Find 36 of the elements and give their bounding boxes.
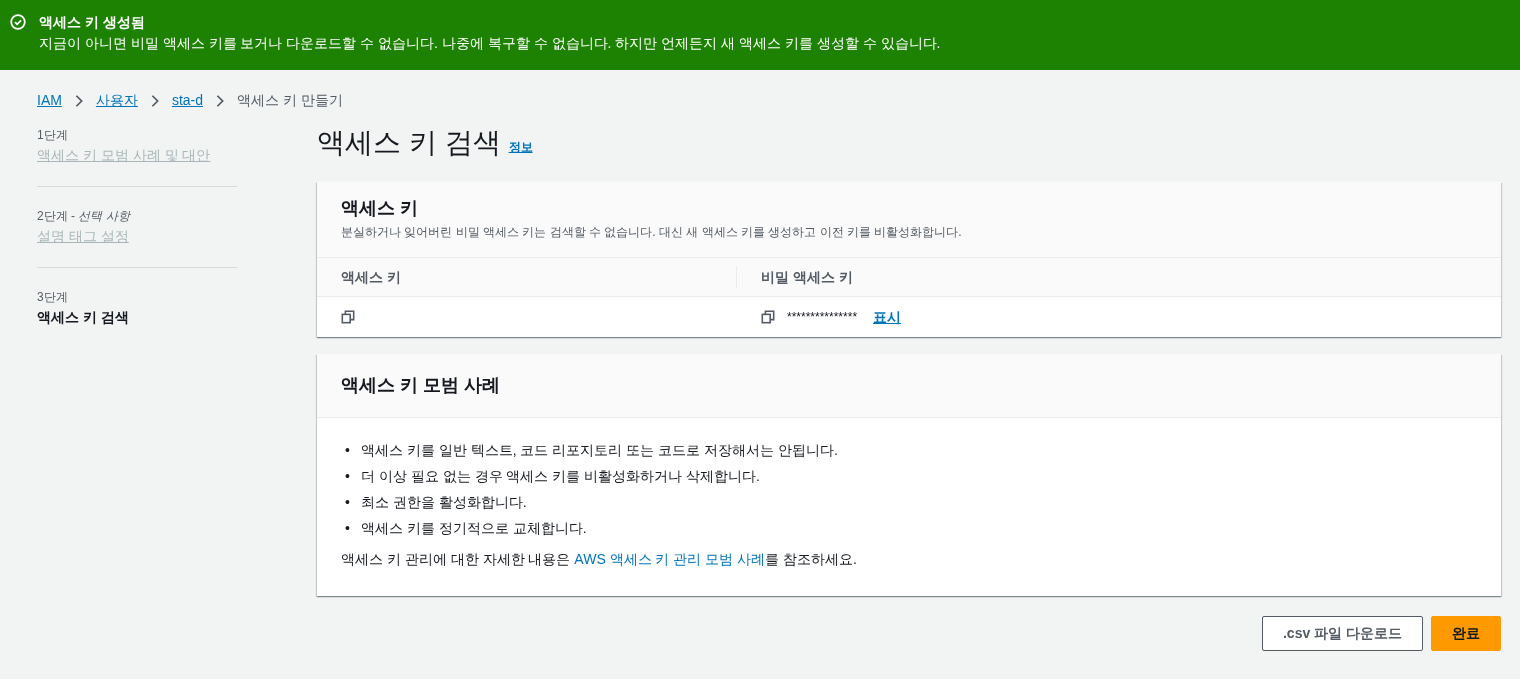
- copy-icon: [761, 310, 775, 325]
- step-title: 액세스 키 검색: [37, 308, 130, 327]
- column-header: 액세스 키: [341, 267, 401, 287]
- breadcrumb-link[interactable]: 사용자: [95, 90, 138, 111]
- secret-key-masked: ***************: [787, 309, 858, 327]
- breadcrumb-current: 액세스 키 만들기: [237, 91, 343, 110]
- bullet-marker: •: [344, 467, 351, 487]
- banner-message: 지금이 아니면 비밀 액세스 키를 보거나 다운로드할 수 없습니다. 나중에 복구할 수 없습니다. 하지만 언제든지 새 액세스 키를 생성할 수 있습니다.: [39, 34, 942, 53]
- panel-description: 분실하거나 잊어버린 비밀 액세스 키는 검색할 수 없습니다. 대신 새 액세스 키를 생성하고 이전 키를 비활성화합니다.: [341, 224, 963, 242]
- banner-title: 액세스 키 생성됨: [39, 13, 145, 32]
- best-practices-link[interactable]: AWS 액세스 키 관리 모범 사례: [574, 551, 766, 568]
- column-header: 비밀 액세스 키: [761, 267, 853, 287]
- bullet-item: 최소 권한을 활성화합니다.: [361, 493, 527, 513]
- copy-icon: [341, 310, 355, 325]
- success-icon: [10, 14, 26, 30]
- step-label: 3단계: [37, 289, 69, 306]
- bullet-marker: •: [344, 493, 351, 513]
- bullet-item: 액세스 키를 정기적으로 교체합니다.: [361, 519, 587, 539]
- step-label: 2단계 - 선택 사항: [37, 208, 132, 225]
- info-link[interactable]: 정보: [508, 137, 533, 156]
- panel-title: 액세스 키: [341, 197, 419, 220]
- copy-button[interactable]: [761, 310, 775, 325]
- download-button[interactable]: .csv 파일 다운로드: [1261, 616, 1423, 652]
- panel-title: 액세스 키 모범 사례: [341, 374, 500, 397]
- step-label: 1단계: [37, 127, 69, 144]
- done-button[interactable]: 완료: [1431, 616, 1501, 652]
- panel-footer-text: 액세스 키 관리에 대한 자세한 내용은 AWS 액세스 키 관리 모범 사례 를 참조하세요.: [341, 550, 858, 570]
- page-title: 액세스 키 검색: [317, 126, 501, 160]
- breadcrumb-link[interactable]: sta-d: [171, 90, 203, 111]
- bullet-marker: •: [344, 519, 351, 539]
- copy-button[interactable]: [341, 310, 355, 325]
- show-link[interactable]: 표시: [873, 306, 902, 328]
- bullet-marker: •: [344, 441, 351, 461]
- bullet-item: 액세스 키를 일반 텍스트, 코드 리포지토리 또는 코드로 저장해서는 안됩니다.: [361, 441, 838, 461]
- bullet-item: 더 이상 필요 없는 경우 액세스 키를 비활성화하거나 삭제합니다.: [361, 467, 760, 487]
- breadcrumb-link[interactable]: IAM: [37, 90, 62, 111]
